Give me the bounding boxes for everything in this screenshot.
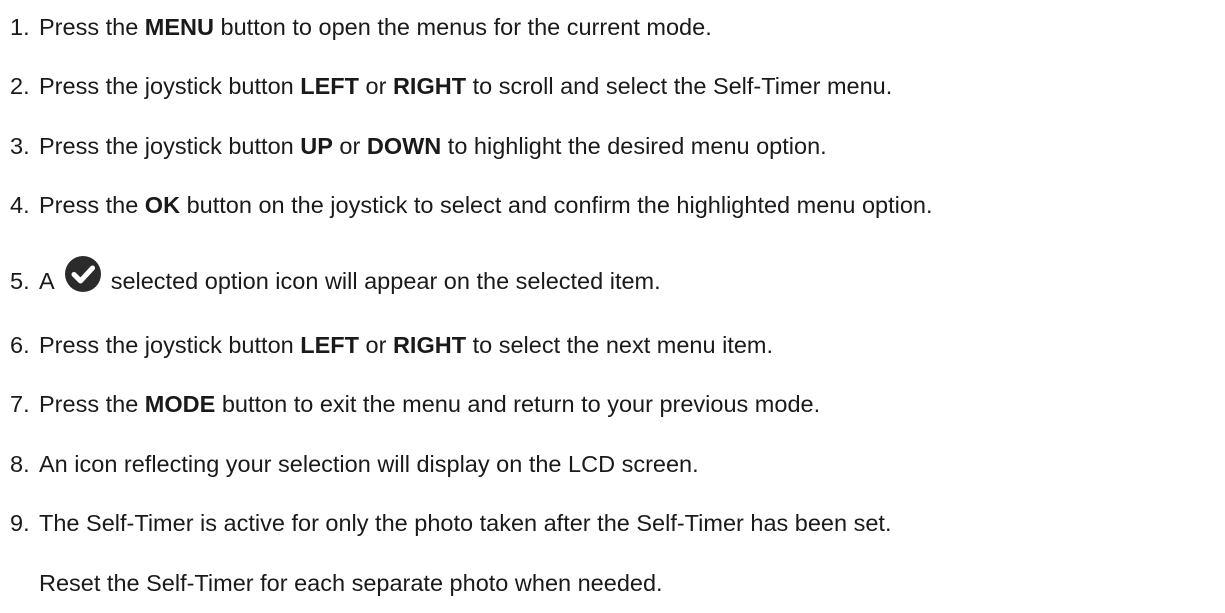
step-number: 6.: [10, 332, 30, 358]
bold-keyword: DOWN: [366, 133, 442, 159]
step-text: Press the joystick button LEFT or RIGHT …: [39, 73, 892, 99]
bold-keyword: LEFT: [300, 332, 359, 358]
step-text: Press the joystick button LEFT or RIGHT …: [39, 332, 773, 358]
step-number: 8.: [10, 451, 30, 477]
step-number: 9.: [10, 510, 30, 536]
step-text: Press the OK button on the joystick to s…: [39, 192, 933, 218]
text-run: button on the joystick to select and con…: [180, 192, 933, 218]
step-text: Press the MENU button to open the menus …: [39, 14, 712, 40]
step-3: 3. Press the joystick button UP or DOWN t…: [10, 126, 827, 166]
step-number: 4.: [10, 192, 30, 218]
step-number: 2.: [10, 73, 30, 99]
step-number: 1.: [10, 14, 30, 40]
bold-keyword: MENU: [144, 14, 214, 40]
step-text: Press the MODE button to exit the menu a…: [39, 391, 820, 417]
bold-keyword: RIGHT: [392, 73, 467, 99]
step-text: Press the joystick button UP or DOWN to …: [39, 133, 827, 159]
bold-keyword: MODE: [144, 391, 216, 417]
step-7: 7. Press the MODE button to exit the menu…: [10, 384, 820, 424]
step-text: An icon reflecting your selection will d…: [39, 451, 699, 477]
check-circle-icon: [64, 255, 102, 293]
step-number: 7.: [10, 391, 30, 417]
bold-keyword: UP: [300, 133, 333, 159]
step-text: The Self-Timer is active for only the ph…: [39, 510, 891, 536]
text-run: Press the: [39, 391, 145, 417]
text-run: selected option icon will appear on the …: [110, 268, 661, 294]
text-run: The Self-Timer is active for only the ph…: [39, 510, 892, 536]
text-run: or: [358, 332, 393, 358]
text-run: Press the joystick button: [39, 73, 301, 99]
step-6: 6. Press the joystick button LEFT or RIGH…: [10, 325, 773, 365]
bold-keyword: LEFT: [300, 73, 359, 99]
text-run: to highlight the desired menu option.: [441, 133, 827, 159]
text-run: An icon reflecting your selection will d…: [39, 451, 699, 477]
text-run: to scroll and select the Self-Timer menu…: [466, 73, 893, 99]
text-run: Press the: [39, 192, 145, 218]
step-8: 8. An icon reflecting your selection will…: [10, 444, 699, 484]
text-run: to select the next menu item.: [466, 332, 774, 358]
step-1: 1. Press the MENU button to open the menu…: [10, 7, 712, 47]
instruction-list: 1. Press the MENU button to open the menu…: [0, 0, 1225, 613]
text-run: A: [39, 268, 55, 294]
step-number: 3.: [10, 133, 30, 159]
text-run: Press the: [39, 14, 145, 40]
bold-keyword: RIGHT: [392, 332, 467, 358]
text-run: Press the joystick button: [39, 133, 301, 159]
step-5: 5. Aselected option icon will appear on t…: [10, 255, 661, 295]
step-number: 5.: [10, 268, 30, 294]
step-2: 2. Press the joystick button LEFT or RIGH…: [10, 66, 892, 106]
step-9: 9. The Self-Timer is active for only the …: [10, 503, 891, 543]
bold-keyword: OK: [144, 192, 181, 218]
step-4: 4. Press the OK button on the joystick to…: [10, 185, 933, 225]
text-run: or: [332, 133, 367, 159]
step-9-continuation: Reset the Self-Timer for each separate p…: [39, 570, 663, 596]
text-run: or: [358, 73, 393, 99]
text-run: Press the joystick button: [39, 332, 301, 358]
text-run: button to exit the menu and return to yo…: [215, 391, 821, 417]
text-run: button to open the menus for the current…: [214, 14, 712, 40]
step-text: Aselected option icon will appear on the…: [39, 256, 661, 294]
